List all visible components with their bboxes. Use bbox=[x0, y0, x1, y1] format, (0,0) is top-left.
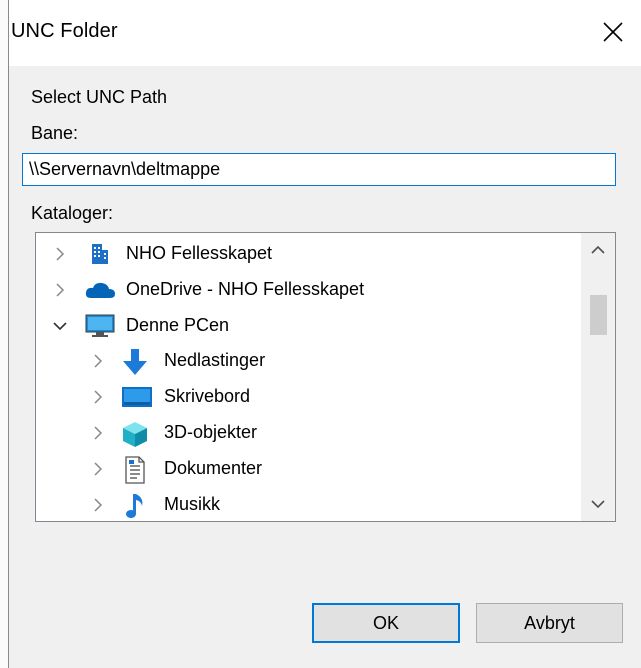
tree-item-label: 3D-objekter bbox=[164, 422, 258, 442]
tree-item-3d-objekter[interactable]: 3D-objekter bbox=[36, 416, 582, 450]
vertical-scrollbar[interactable] bbox=[581, 233, 615, 521]
tree-item-skrivebord[interactable]: Skrivebord bbox=[36, 380, 582, 414]
folders-label: Kataloger: bbox=[31, 203, 114, 223]
chevron-right-icon[interactable] bbox=[91, 426, 105, 440]
tree-item-nedlastinger[interactable]: Nedlastinger bbox=[36, 344, 582, 378]
scroll-down-button[interactable] bbox=[581, 487, 615, 521]
building-icon bbox=[87, 241, 113, 267]
chevron-right-icon[interactable] bbox=[53, 247, 67, 261]
chevron-right-icon[interactable] bbox=[91, 462, 105, 476]
chevron-right-icon[interactable] bbox=[91, 498, 105, 512]
chevron-down-icon bbox=[591, 500, 605, 509]
tree-item-musikk[interactable]: Musikk bbox=[36, 488, 582, 521]
desktop-icon bbox=[120, 384, 154, 410]
scrollbar-thumb[interactable] bbox=[590, 295, 607, 335]
unc-path-input[interactable] bbox=[22, 153, 616, 186]
dialog-title: UNC Folder bbox=[11, 20, 118, 42]
cloud-icon bbox=[83, 277, 117, 303]
tree-item-label: OneDrive - NHO Fellesskapet bbox=[126, 279, 365, 299]
tree-item-label: Skrivebord bbox=[164, 386, 251, 406]
tree-item-denne-pcen[interactable]: Denne PCen bbox=[36, 309, 582, 343]
cancel-button[interactable]: Avbryt bbox=[476, 603, 623, 643]
path-label: Bane: bbox=[31, 123, 79, 143]
chevron-right-icon[interactable] bbox=[53, 283, 67, 297]
tree-item-label: Dokumenter bbox=[164, 458, 263, 478]
chevron-right-icon[interactable] bbox=[91, 390, 105, 404]
tree-item-label: Denne PCen bbox=[126, 315, 230, 335]
chevron-down-icon[interactable] bbox=[53, 319, 67, 333]
ok-button[interactable]: OK bbox=[312, 603, 460, 643]
close-button[interactable] bbox=[585, 4, 641, 60]
scroll-up-button[interactable] bbox=[581, 233, 615, 267]
computer-icon bbox=[83, 313, 117, 339]
tree-item-label: Musikk bbox=[164, 494, 221, 514]
tree-item-nho-fellesskapet[interactable]: NHO Fellesskapet bbox=[36, 237, 582, 271]
tree-item-onedrive[interactable]: OneDrive - NHO Fellesskapet bbox=[36, 273, 582, 307]
tree-item-label: NHO Fellesskapet bbox=[126, 243, 273, 263]
music-note-icon bbox=[122, 491, 148, 521]
chevron-right-icon[interactable] bbox=[91, 354, 105, 368]
title-bar: UNC Folder bbox=[9, 0, 641, 66]
tree-item-label: Nedlastinger bbox=[164, 350, 266, 370]
unc-folder-dialog: UNC Folder Select UNC Path Bane: Katalog… bbox=[9, 0, 641, 668]
select-unc-path-heading: Select UNC Path bbox=[31, 87, 168, 107]
chevron-up-icon bbox=[591, 245, 605, 254]
download-arrow-icon bbox=[120, 347, 150, 377]
folder-tree[interactable]: NHO Fellesskapet OneDrive - NHO Fellessk… bbox=[35, 232, 616, 522]
cube-icon bbox=[120, 419, 150, 449]
close-icon bbox=[603, 22, 623, 42]
tree-item-dokumenter[interactable]: Dokumenter bbox=[36, 452, 582, 486]
document-icon bbox=[122, 455, 148, 485]
